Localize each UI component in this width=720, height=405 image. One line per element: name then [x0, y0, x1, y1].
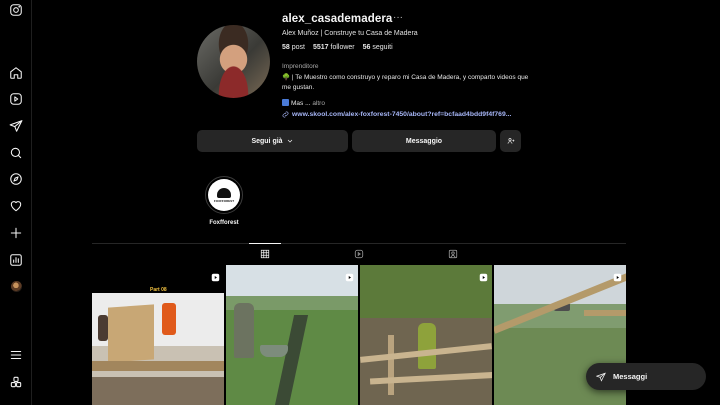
messages-button[interactable]: Messaggi [586, 363, 706, 390]
tabs-divider [92, 243, 626, 244]
reel-badge-icon [211, 269, 220, 282]
chevron-down-icon [287, 139, 292, 143]
profile-link[interactable]: www.skool.com/alex-foxforest-7450/about?… [282, 111, 511, 118]
profile-avatar-large[interactable] [197, 25, 270, 98]
bio-more: Mas ... altro [282, 99, 325, 107]
add-user-icon [507, 138, 514, 144]
tab-tagged[interactable] [447, 248, 459, 260]
explore-icon[interactable] [7, 170, 25, 188]
highlight-label: Foxfforest [209, 220, 239, 226]
full-name: Alex Muñoz | Construye tu Casa de Madera [282, 30, 418, 37]
grid-icon [260, 249, 270, 259]
bio-more-link[interactable]: altro [312, 100, 325, 107]
post-tile[interactable] [360, 265, 492, 405]
reel-badge-icon [479, 269, 488, 282]
heart-icon[interactable] [7, 197, 25, 215]
sidebar-nav [0, 0, 32, 405]
tagged-icon [448, 249, 458, 259]
dashboard-icon[interactable] [7, 251, 25, 269]
reel-badge-icon [345, 269, 354, 282]
suggested-users-button[interactable] [500, 130, 521, 152]
send-icon[interactable] [7, 117, 25, 135]
post-overlay-text: Part 08 [150, 287, 167, 293]
tab-posts[interactable] [259, 248, 271, 260]
following-button[interactable]: Segui già [197, 130, 348, 152]
tab-active-indicator [249, 243, 281, 244]
profile-avatar[interactable] [7, 277, 25, 295]
profile-category: Imprenditore [282, 63, 319, 70]
reels-icon[interactable] [7, 90, 25, 108]
create-icon[interactable] [7, 224, 25, 242]
link-icon [282, 111, 289, 118]
highlight-logo-text: FOXFFOREST [213, 198, 235, 203]
followers-stat[interactable]: 5517 follower [313, 44, 355, 51]
profile-bio: 🌳 | Te Muestro como construyo y reparo m… [282, 74, 529, 91]
username: alex_casademadera [282, 13, 393, 25]
send-icon [596, 372, 606, 382]
post-tile[interactable] [226, 265, 358, 405]
post-tile[interactable]: Part 08 [92, 265, 224, 405]
message-button[interactable]: Messaggio [352, 130, 496, 152]
tab-reels[interactable] [353, 248, 365, 260]
reel-badge-icon [613, 269, 622, 282]
following-stat[interactable]: 56 seguiti [363, 44, 393, 51]
info-emoji-icon [282, 99, 289, 106]
home-icon[interactable] [7, 64, 25, 82]
avatar [10, 280, 22, 292]
profile-stats: 58 post 5517 follower 56 seguiti [282, 44, 393, 51]
highlight-foxfforest[interactable]: FOXFFOREST [205, 176, 243, 214]
profile-link-text: www.skool.com/alex-foxforest-7450/about?… [292, 111, 512, 118]
menu-icon[interactable] [7, 346, 25, 364]
search-icon[interactable] [7, 144, 25, 162]
reels-icon [354, 249, 364, 259]
posts-stat[interactable]: 58 post [282, 44, 305, 51]
instagram-icon[interactable] [7, 1, 25, 19]
messages-label: Messaggi [613, 372, 648, 381]
threads-icon[interactable] [7, 373, 25, 391]
more-options-icon[interactable]: ··· [393, 12, 403, 23]
foxfforest-logo-icon [217, 187, 231, 198]
